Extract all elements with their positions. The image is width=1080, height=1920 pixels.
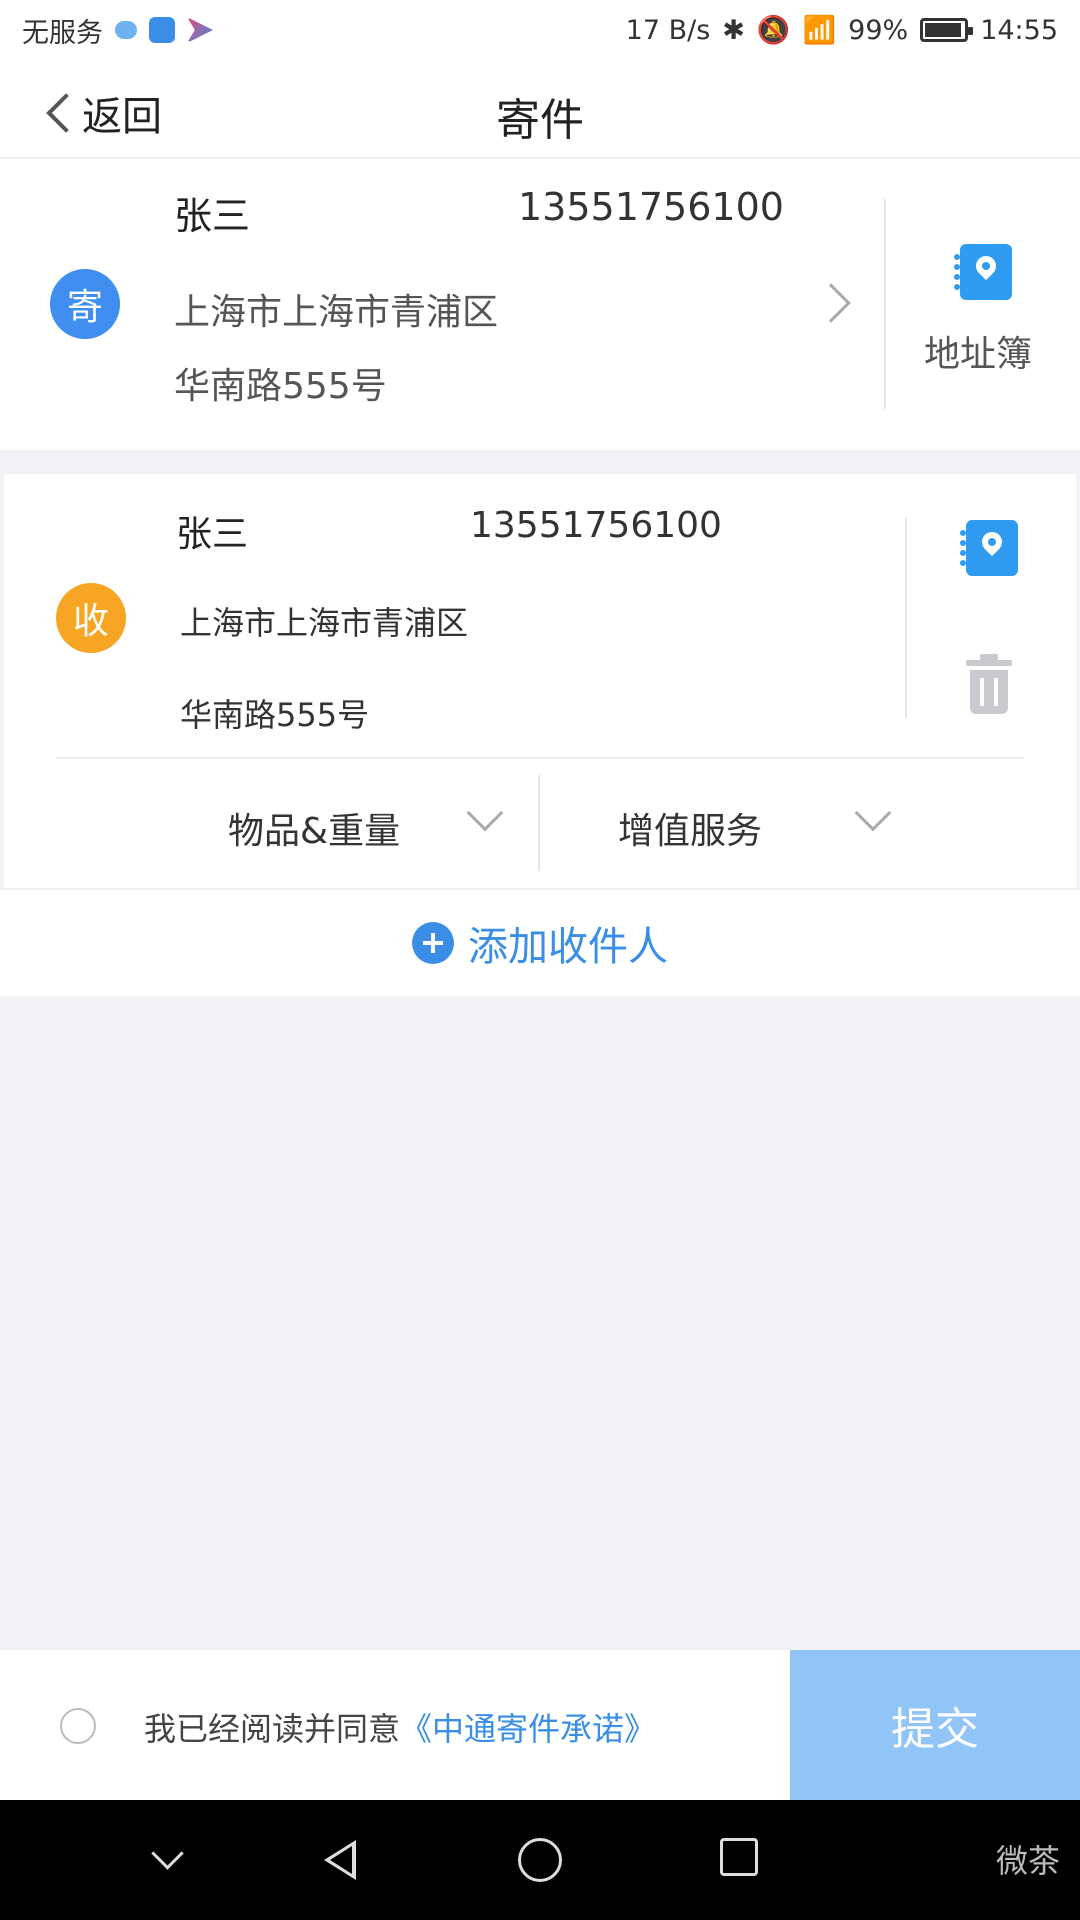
- status-left: 无服务: [22, 11, 213, 50]
- battery-percent: 99%: [848, 14, 909, 46]
- agree-text: 我已经阅读并同意: [144, 1710, 401, 1748]
- receiver-address-book-icon[interactable]: [960, 520, 1018, 576]
- goods-weight-option[interactable]: 物品&重量: [228, 802, 400, 854]
- status-right: 17 B/s ✱ 🔕 📶 99% 14:55: [625, 14, 1058, 47]
- battery-icon: [920, 18, 974, 42]
- receiver-name[interactable]: 张三: [176, 505, 248, 557]
- home-circle-icon[interactable]: [518, 1838, 562, 1882]
- sender-address-line1: 上海市上海市青浦区: [174, 292, 499, 333]
- sender-badge: 寄: [50, 269, 120, 339]
- submit-button[interactable]: 提交: [790, 1650, 1080, 1800]
- recent-apps-icon[interactable]: [720, 1838, 758, 1876]
- receiver-badge: 收: [56, 583, 126, 653]
- receiver-address-line1[interactable]: 上海市上海市青浦区: [180, 598, 468, 644]
- add-recipient-label: 添加收件人: [468, 924, 668, 970]
- chevron-right-icon: [811, 283, 851, 323]
- back-triangle-icon[interactable]: [318, 1838, 362, 1882]
- bluetooth-icon: ✱: [722, 14, 745, 46]
- location-pin-icon: [971, 251, 1001, 281]
- clock: 14:55: [980, 14, 1058, 46]
- sender-card[interactable]: 寄 张三 13551756100 上海市上海市青浦区 华南路555号: [0, 159, 1080, 450]
- network-speed: 17 B/s: [625, 14, 711, 46]
- system-nav-bar: 微茶: [0, 1800, 1080, 1920]
- divider: [905, 518, 907, 718]
- trash-lid: [966, 660, 1012, 666]
- location-pin-icon: [977, 527, 1007, 557]
- receiver-address-line2[interactable]: 华南路555号: [180, 690, 369, 736]
- chevron-down-icon[interactable]: [146, 1838, 190, 1882]
- cloud-icon: [115, 21, 137, 39]
- add-recipient-button[interactable]: 添加收件人: [0, 890, 1080, 996]
- carrier-text: 无服务: [22, 17, 103, 49]
- nav-bar: 返回 寄件: [0, 60, 1080, 158]
- zto-app-icon: [149, 17, 175, 43]
- agreement-link[interactable]: 《中通寄件承诺》: [400, 1710, 656, 1748]
- sender-address-line2: 华南路555号: [174, 366, 387, 407]
- receiver-phone[interactable]: 13551756100: [470, 505, 722, 546]
- sender-phone: 13551756100: [518, 185, 784, 229]
- trash-body: [970, 670, 1008, 714]
- bottom-bar: 我已经阅读并同意《中通寄件承诺》 提交: [0, 1650, 1080, 1800]
- mute-icon: 🔕: [756, 15, 791, 46]
- divider: [56, 757, 1024, 759]
- status-bar: 无服务 17 B/s ✱ 🔕 📶 99% 14:55: [0, 0, 1080, 60]
- divider: [884, 199, 886, 409]
- sender-address-book-icon[interactable]: [954, 244, 1012, 300]
- address-book-label[interactable]: 地址簿: [924, 325, 1032, 377]
- sender-name: 张三: [174, 194, 251, 238]
- wifi-icon: 📶: [802, 15, 837, 46]
- divider: [538, 775, 540, 871]
- arrow-app-icon: [187, 17, 213, 43]
- trash-icon[interactable]: [966, 654, 1012, 714]
- agree-checkbox[interactable]: [60, 1708, 96, 1744]
- watermark: 微茶: [995, 1842, 1060, 1880]
- value-added-service-option[interactable]: 增值服务: [618, 802, 762, 854]
- plus-icon: [412, 922, 454, 964]
- agreement-text: 我已经阅读并同意《中通寄件承诺》: [144, 1704, 656, 1750]
- page-title: 寄件: [496, 95, 584, 146]
